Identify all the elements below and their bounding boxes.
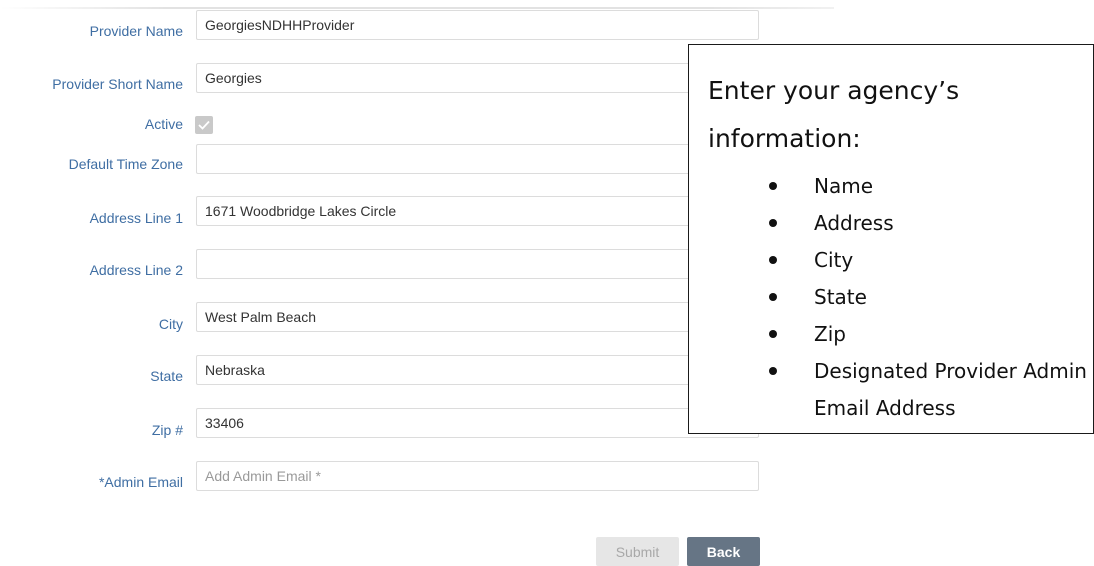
callout-item-text: Address bbox=[814, 211, 894, 235]
active-label: Active bbox=[144, 116, 183, 132]
callout-item-text: State bbox=[814, 285, 867, 309]
address-line-1-label: Address Line 1 bbox=[89, 210, 183, 226]
provider-name-input[interactable] bbox=[196, 10, 759, 40]
top-divider bbox=[0, 7, 834, 9]
callout-item: Designated Provider Admin Email Address bbox=[689, 353, 1094, 427]
instruction-callout: Enter your agency’s information: Name Ad… bbox=[688, 44, 1094, 434]
callout-title: Enter your agency’s information: bbox=[708, 76, 960, 153]
active-checkbox[interactable] bbox=[195, 116, 213, 134]
zip-input[interactable] bbox=[196, 408, 759, 438]
state-label: State bbox=[150, 368, 183, 384]
checkmark-icon bbox=[198, 120, 210, 130]
bullet-icon bbox=[769, 330, 777, 338]
city-label: City bbox=[158, 316, 183, 332]
callout-item: City bbox=[689, 242, 1094, 279]
bullet-icon bbox=[769, 367, 777, 375]
zip-label: Zip # bbox=[151, 422, 183, 438]
state-input[interactable] bbox=[196, 355, 759, 385]
callout-item-text: Designated Provider Admin Email Address bbox=[814, 359, 1087, 420]
callout-item: State bbox=[689, 279, 1094, 316]
address-line-1-input[interactable] bbox=[196, 196, 759, 226]
callout-item: Address bbox=[689, 205, 1094, 242]
city-input[interactable] bbox=[196, 302, 759, 332]
callout-item: Name bbox=[689, 168, 1094, 205]
admin-email-label: *Admin Email bbox=[98, 474, 183, 490]
bullet-icon bbox=[769, 256, 777, 264]
default-time-zone-select[interactable] bbox=[196, 144, 759, 174]
submit-button[interactable]: Submit bbox=[596, 537, 679, 566]
provider-short-name-label: Provider Short Name bbox=[52, 76, 183, 92]
bullet-icon bbox=[769, 219, 777, 227]
bullet-icon bbox=[769, 293, 777, 301]
callout-item: Zip bbox=[689, 316, 1094, 353]
callout-item-text: Zip bbox=[814, 322, 846, 346]
callout-item-text: Name bbox=[814, 174, 874, 198]
callout-item-text: City bbox=[814, 248, 854, 272]
admin-email-input[interactable] bbox=[196, 461, 759, 491]
provider-name-label: Provider Name bbox=[89, 23, 183, 39]
back-button[interactable]: Back bbox=[687, 537, 760, 566]
bullet-icon bbox=[769, 182, 777, 190]
address-line-2-label: Address Line 2 bbox=[89, 262, 183, 278]
provider-short-name-input[interactable] bbox=[196, 63, 759, 93]
address-line-2-input[interactable] bbox=[196, 249, 759, 279]
callout-list: Name Address City State Zip Designated P… bbox=[689, 168, 1094, 427]
default-time-zone-label: Default Time Zone bbox=[68, 156, 183, 172]
